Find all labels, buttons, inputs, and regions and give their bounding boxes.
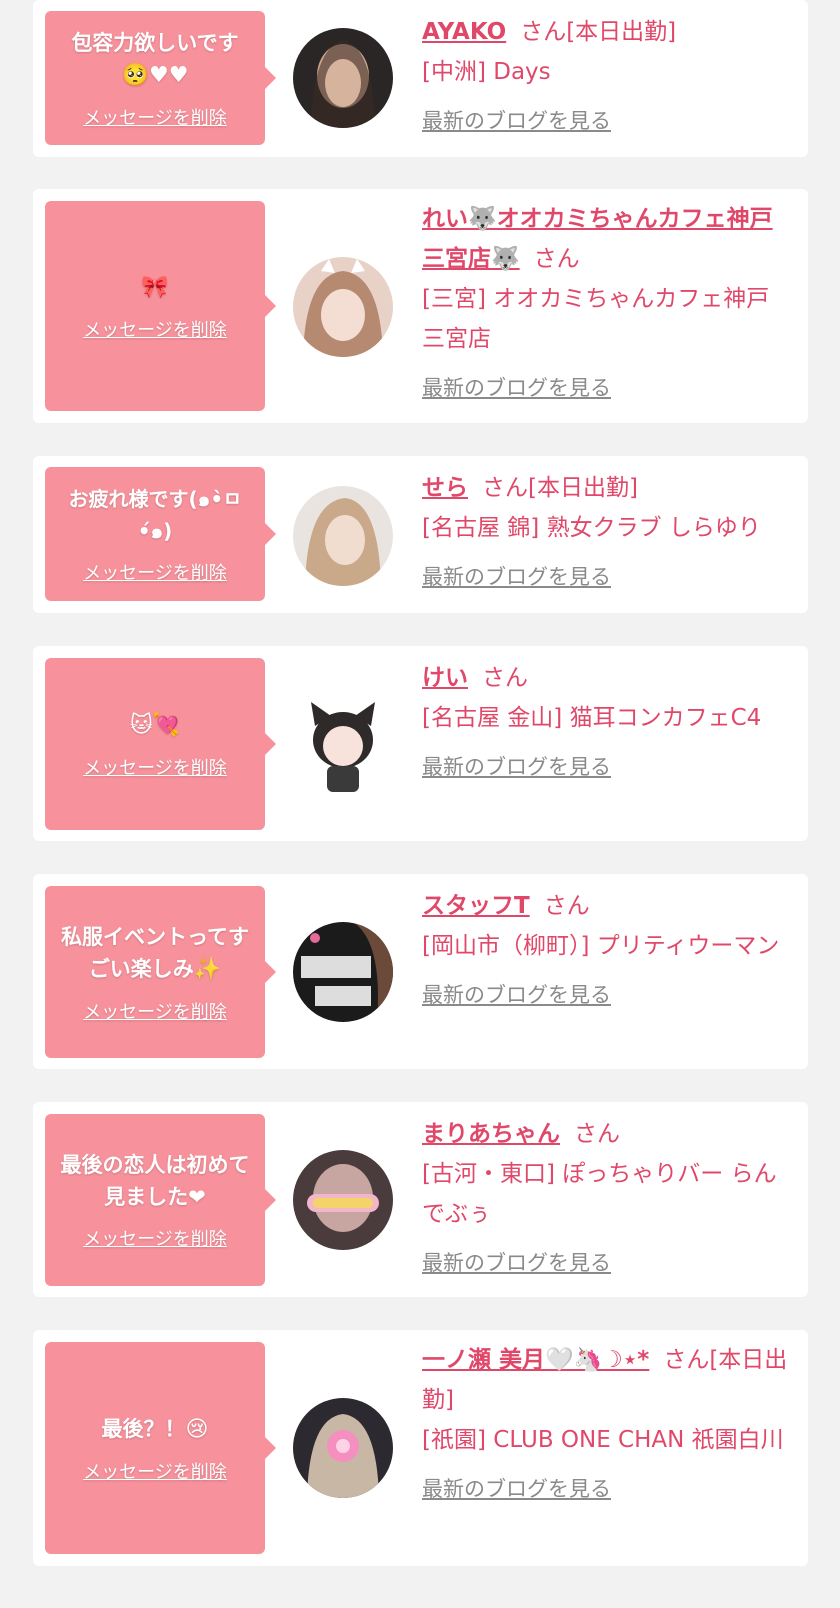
shop-label: [三宮] オオカミちゃんカフェ神戸三宮店 (422, 286, 770, 352)
list-item: 包容力欲しいです 🥺♥♥ メッセージを削除 AYAKO さん[本日出勤] [中洲] … (33, 0, 808, 157)
list-item: 🐱💘 メッセージを削除 けい さん [名古屋 金山] 猫耳コンカフェC4 最新のブ… (33, 646, 808, 841)
message-text: 最後の恋人は初めて見ました❤ (60, 1153, 250, 1209)
shop-label: [名古屋 錦] 熟女クラブ しらゆり (422, 515, 761, 541)
delete-message-link[interactable]: メッセージを削除 (83, 1225, 227, 1251)
latest-blog-link[interactable]: 最新のブログを見る (422, 106, 792, 136)
latest-blog-link[interactable]: 最新のブログを見る (422, 980, 792, 1010)
avatar[interactable] (293, 922, 393, 1022)
cast-info: スタッフT さん [岡山市（柳町）] プリティウーマン 最新のブログを見る (422, 886, 792, 1010)
message-emoji: ✨ (193, 956, 222, 982)
cast-info: けい さん [名古屋 金山] 猫耳コンカフェC4 最新のブログを見る (422, 658, 792, 782)
message-text: 包容力欲しいです 🥺♥♥ (71, 30, 239, 88)
delete-message-link[interactable]: メッセージを削除 (83, 1458, 227, 1484)
message-bubble: 🐱💘 メッセージを削除 (45, 658, 276, 830)
name-suffix: さん (482, 665, 528, 691)
latest-blog-link[interactable]: 最新のブログを見る (422, 1474, 792, 1504)
delete-message-link[interactable]: メッセージを削除 (83, 559, 227, 585)
shop-label: [岡山市（柳町）] プリティウーマン (422, 933, 780, 959)
list-item: 🎀 メッセージを削除 れい🐺オオカミちゃんカフェ神戸三宮店🐺 さん [三宮] オオ… (33, 189, 808, 423)
name-suffix: さん (574, 1121, 620, 1147)
message-bubble: 🎀 メッセージを削除 (45, 201, 276, 411)
delete-message-link[interactable]: メッセージを削除 (83, 754, 227, 780)
cast-name-link[interactable]: AYAKO (422, 19, 506, 45)
latest-blog-link[interactable]: 最新のブログを見る (422, 373, 792, 403)
message-bubble: 最後の恋人は初めて見ました❤ メッセージを削除 (45, 1114, 276, 1286)
delete-message-link[interactable]: メッセージを削除 (83, 316, 227, 342)
message-emoji: 😢 (185, 1416, 209, 1442)
cast-name-link[interactable]: まりあちゃん (422, 1121, 560, 1147)
message-text: 🎀 (141, 271, 168, 304)
shop-label: [中洲] Days (422, 59, 551, 85)
list-item: 最後の恋人は初めて見ました❤ メッセージを削除 まりあちゃん さん [古河・東口]… (33, 1102, 808, 1297)
message-bubble: 包容力欲しいです 🥺♥♥ メッセージを削除 (45, 11, 276, 145)
latest-blog-link[interactable]: 最新のブログを見る (422, 562, 792, 592)
avatar[interactable] (293, 257, 393, 357)
favorites-message-list: 包容力欲しいです 🥺♥♥ メッセージを削除 AYAKO さん[本日出勤] [中洲] … (0, 0, 840, 1608)
cast-info: れい🐺オオカミちゃんカフェ神戸三宮店🐺 さん [三宮] オオカミちゃんカフェ神戸三… (422, 199, 792, 403)
cast-info: まりあちゃん さん [古河・東口] ぽっちゃりバー らんでぶぅ 最新のブログを見る (422, 1114, 792, 1278)
cast-name-link[interactable]: スタッフT (422, 893, 530, 919)
name-suffix: さん[本日出勤] (520, 19, 677, 45)
shop-label: [古河・東口] ぽっちゃりバー らんでぶぅ (422, 1161, 777, 1227)
avatar[interactable] (293, 28, 393, 128)
message-text: 私服イベントってすごい楽しみ✨ (61, 924, 249, 982)
shop-label: [祇園] CLUB ONE CHAN 祇園白川 (422, 1427, 784, 1453)
avatar[interactable] (293, 1398, 393, 1498)
message-bubble: 私服イベントってすごい楽しみ✨ メッセージを削除 (45, 886, 276, 1058)
avatar[interactable] (293, 486, 393, 586)
cast-name-link[interactable]: せら (422, 475, 468, 501)
cast-info: 一ノ瀬 美月🤍🦄☽⋆* さん[本日出勤] [祇園] CLUB ONE CHAN 祇… (422, 1340, 792, 1504)
name-suffix: さん[本日出勤] (482, 475, 638, 501)
name-suffix: さん (543, 893, 590, 919)
cast-name-link[interactable]: 一ノ瀬 美月🤍🦄☽⋆* (422, 1347, 649, 1373)
delete-message-link[interactable]: メッセージを削除 (83, 104, 227, 130)
latest-blog-link[interactable]: 最新のブログを見る (422, 1248, 792, 1278)
cast-name-link[interactable]: けい (422, 665, 468, 691)
latest-blog-link[interactable]: 最新のブログを見る (422, 752, 792, 782)
cast-name-link[interactable]: れい🐺オオカミちゃんカフェ神戸三宮店🐺 (422, 206, 773, 272)
cast-info: AYAKO さん[本日出勤] [中洲] Days 最新のブログを見る (422, 12, 792, 136)
message-text: 🐱💘 (130, 709, 180, 742)
message-emoji: 🥺♥♥ (121, 62, 189, 88)
list-item: 最後？！😢 メッセージを削除 一ノ瀬 美月🤍🦄☽⋆* さん[本日出勤] [祇園] … (33, 1330, 808, 1566)
message-emoji: 🎀 (141, 274, 169, 300)
cast-info: せら さん[本日出勤] [名古屋 錦] 熟女クラブ しらゆり 最新のブログを見る (422, 468, 792, 592)
list-item: 私服イベントってすごい楽しみ✨ メッセージを削除 スタッフT さん [岡山市（柳町… (33, 874, 808, 1069)
avatar[interactable] (293, 1150, 393, 1250)
name-suffix: さん (533, 246, 580, 272)
message-bubble: お疲れ様です(๑•̀ㅁ•́๑) メッセージを削除 (45, 467, 276, 601)
shop-label: [名古屋 金山] 猫耳コンカフェC4 (422, 705, 762, 731)
avatar[interactable] (293, 696, 393, 796)
message-text: お疲れ様です(๑•̀ㅁ•́๑) (68, 487, 242, 543)
message-bubble: 最後？！😢 メッセージを削除 (45, 1342, 276, 1554)
delete-message-link[interactable]: メッセージを削除 (83, 998, 227, 1024)
message-text: 最後？！😢 (101, 1416, 209, 1442)
message-emoji: 🐱💘 (129, 712, 181, 738)
list-item: お疲れ様です(๑•̀ㅁ•́๑) メッセージを削除 せら さん[本日出勤] [名古屋… (33, 456, 808, 613)
